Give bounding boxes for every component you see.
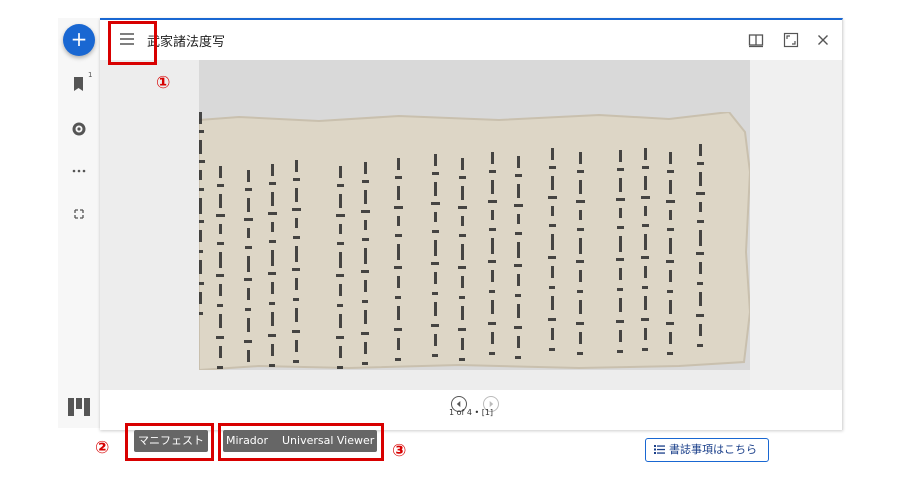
bibliographic-info-button[interactable]: 書誌事項はこちら <box>645 438 769 462</box>
viewer-window: 武家諸法度写 1 of 4 • [1] <box>100 18 843 430</box>
annotation-marker-3: ③ <box>392 441 407 461</box>
add-resource-button[interactable]: + <box>63 24 95 56</box>
annotation-box-viewers <box>218 423 384 461</box>
list-icon <box>654 445 665 454</box>
window-title: 武家諸法度写 <box>147 35 226 50</box>
window-topbar: 武家諸法度写 <box>100 20 842 60</box>
annotation-box-manifest <box>125 423 214 461</box>
close-icon[interactable] <box>815 32 831 48</box>
annotation-box-menu <box>108 21 157 65</box>
more-icon[interactable] <box>70 162 88 180</box>
bookmark-count: 1 <box>88 71 93 79</box>
canvas-right-margin <box>750 60 842 390</box>
image-canvas[interactable] <box>100 60 842 412</box>
bookmark-icon[interactable] <box>70 75 88 93</box>
maximize-icon[interactable] <box>783 32 799 48</box>
mirador-logo-icon <box>68 398 90 416</box>
book-view-icon[interactable] <box>748 32 764 48</box>
page-indicator: 1 of 4 • [1] <box>448 408 494 417</box>
fullscreen-corners-icon[interactable] <box>70 205 88 223</box>
annotation-marker-1: ① <box>156 73 171 93</box>
bibliographic-info-label: 書誌事項はこちら <box>669 443 757 456</box>
scroll-document-image <box>199 112 750 370</box>
plus-icon: + <box>70 27 88 51</box>
annotation-marker-2: ② <box>95 438 110 458</box>
gear-icon[interactable] <box>70 120 88 138</box>
